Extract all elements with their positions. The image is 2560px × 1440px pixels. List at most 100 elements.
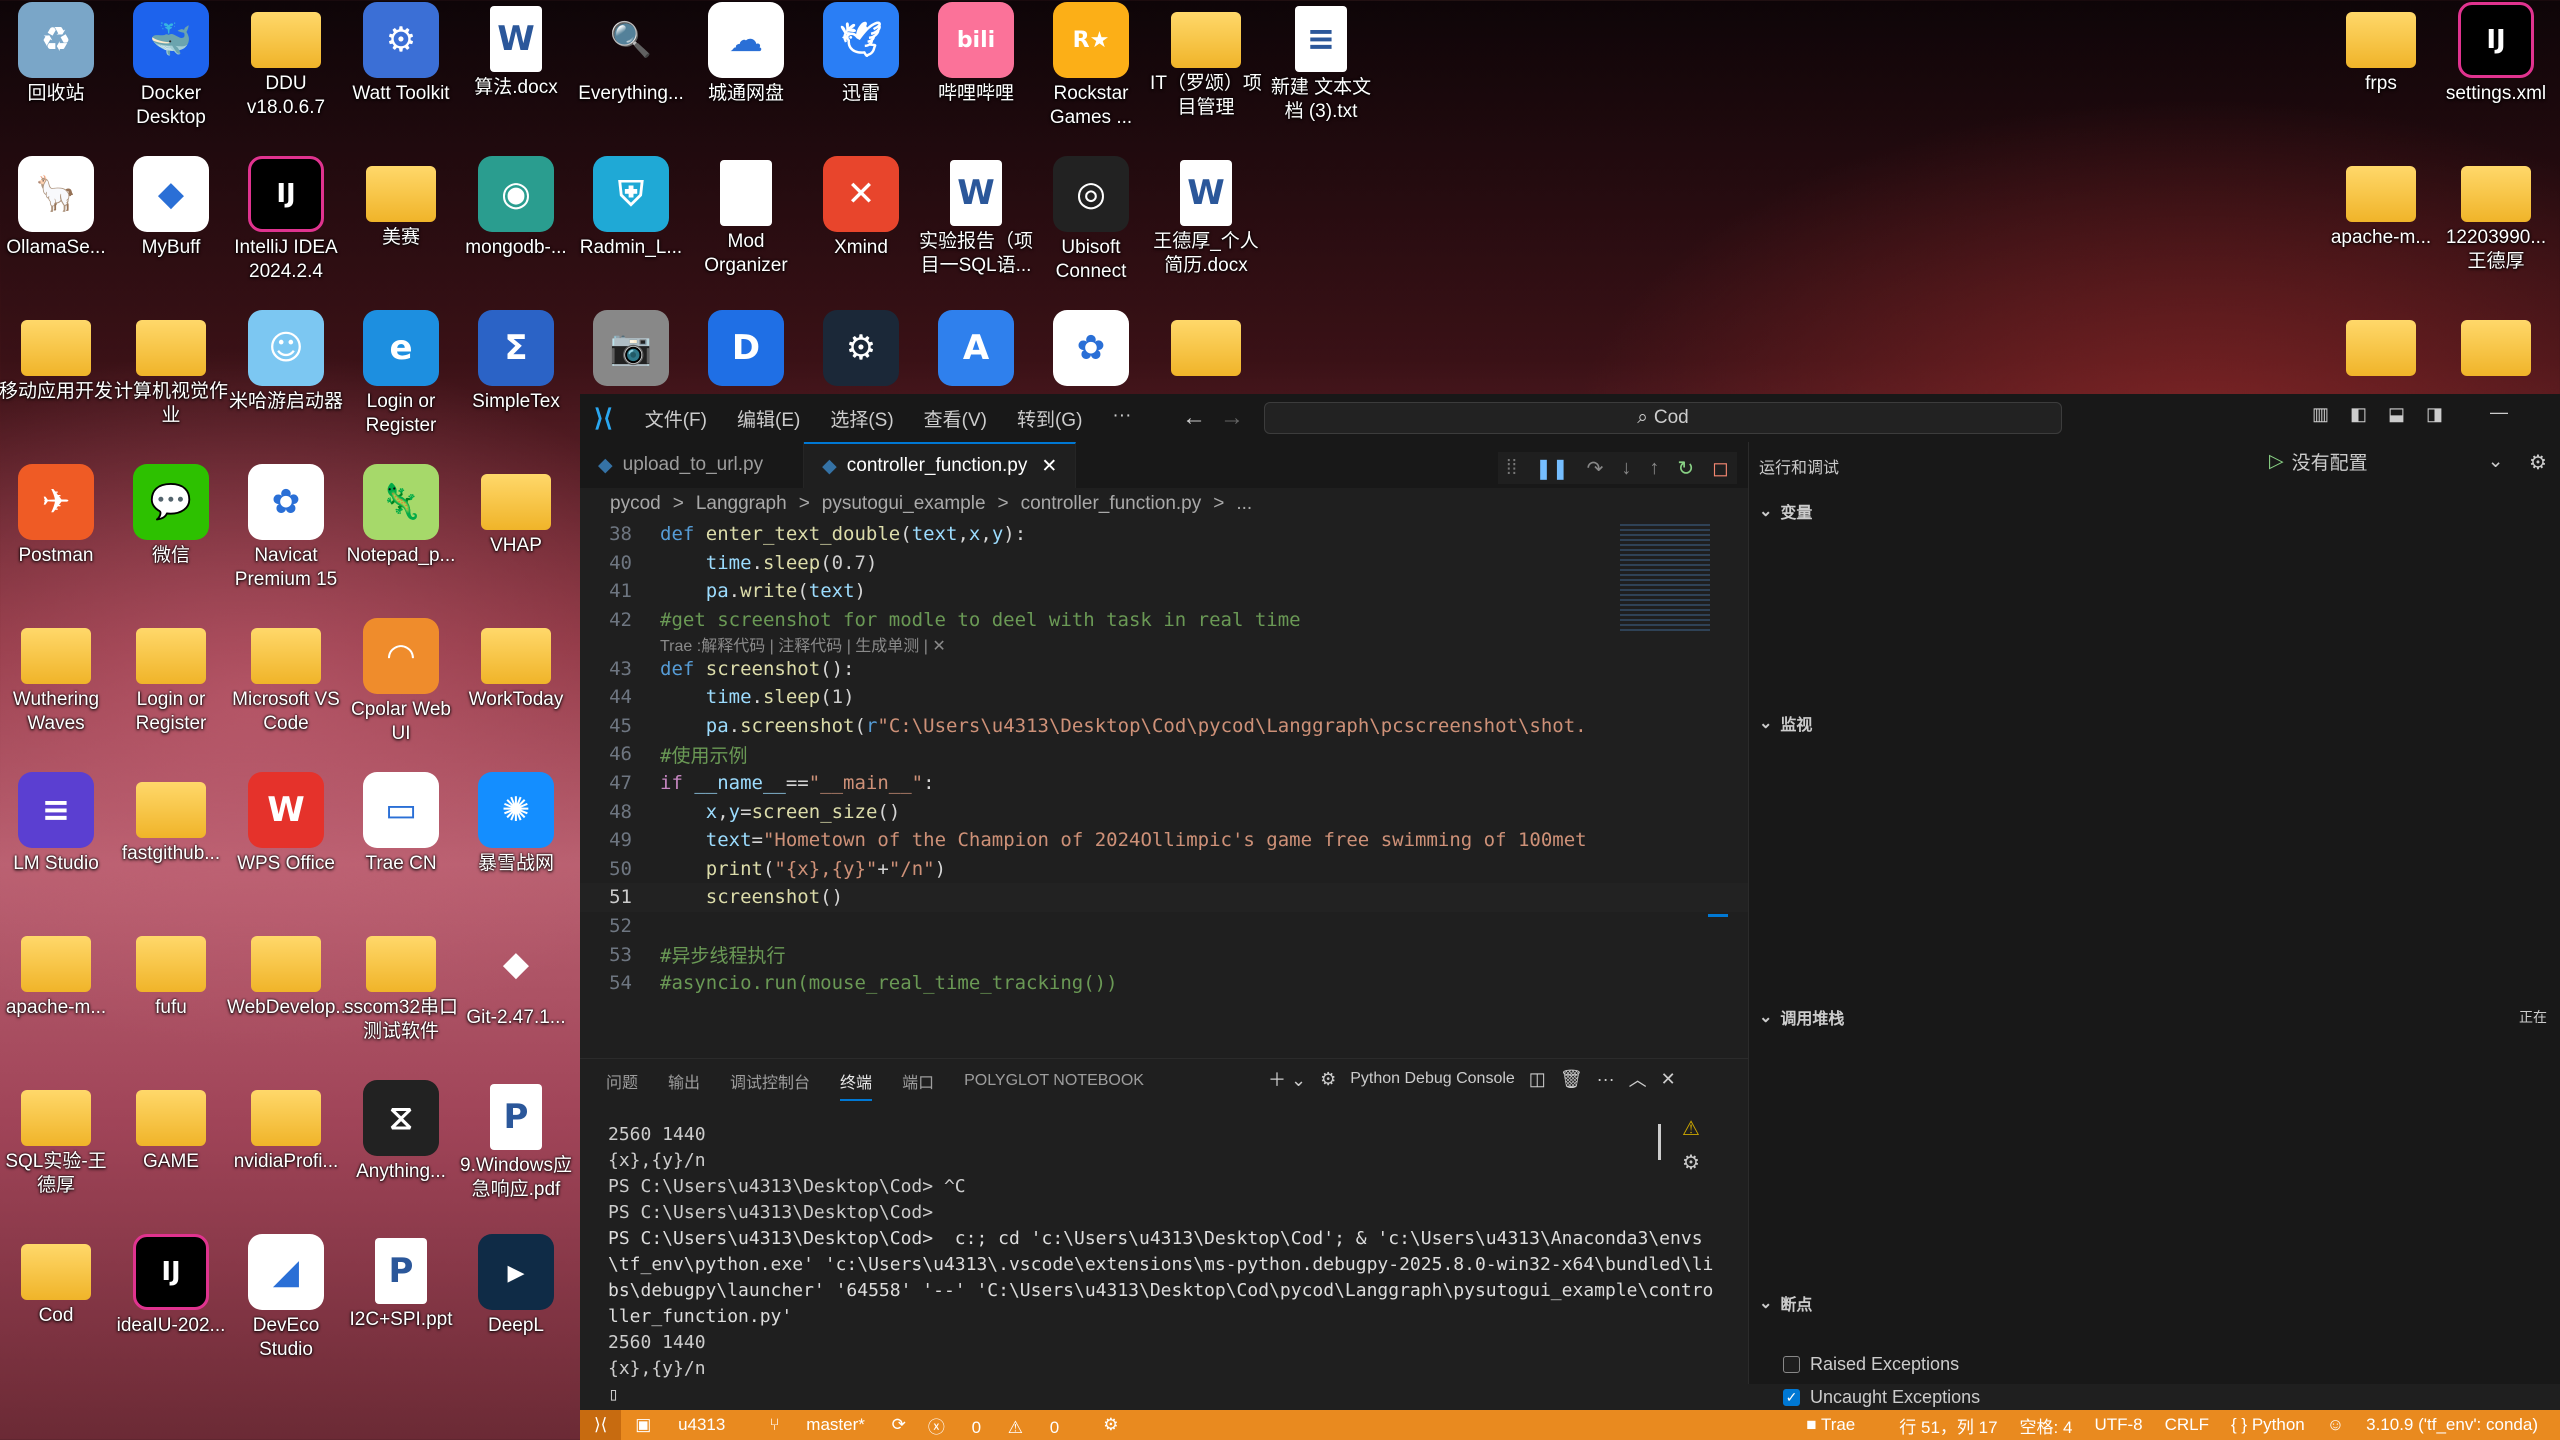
panel-tab[interactable]: 输出 [668,1069,700,1093]
desktop-icon[interactable]: 🐳 Docker Desktop [115,2,227,154]
desktop-icon[interactable]: bili 哔哩哔哩 [920,2,1032,154]
close-tab-icon[interactable]: ✕ [1041,455,1057,478]
breadcrumb-item[interactable]: controller_function.py [1021,493,1202,515]
desktop-icon[interactable]: frps [2325,2,2437,154]
breadcrumb-item[interactable]: pysutogui_example [822,493,986,515]
menu-item[interactable]: ··· [1112,405,1131,432]
indentation[interactable]: 空格: 4 [2020,1413,2073,1438]
code-line[interactable]: 51 screenshot() [580,883,1748,912]
stop-icon[interactable]: ◻ [1712,456,1729,481]
panel-tab[interactable]: 终端 [840,1069,873,1101]
desktop-icon[interactable]: Cod [0,1234,112,1386]
desktop-icon[interactable]: Wuthering Waves [0,618,112,770]
desktop-icon[interactable]: ≡ 新建 文本文档 (3).txt [1265,2,1377,154]
desktop-icon[interactable]: 🦙 OllamaSe... [0,156,112,308]
code-line[interactable]: 53 #异步线程执行 [580,940,1748,969]
code-line[interactable]: Trae :解释代码 | 注释代码 | 生成单测 | ✕ [580,634,1748,655]
desktop-icon[interactable]: W 实验报告（项目一SQL语... [919,156,1033,308]
desktop-icon[interactable]: nvidiaProfi... [230,1080,342,1232]
desktop-icon[interactable]: ✈ Postman [0,464,112,616]
code-line[interactable]: 52 [580,912,1748,941]
split-terminal-icon[interactable]: ◫ [1529,1069,1546,1090]
desktop-icon[interactable]: ☁ 城通网盘 [690,2,802,154]
step-over-icon[interactable]: ↷ [1587,456,1604,481]
code-line[interactable]: 46 #使用示例 [580,740,1748,769]
desktop-icon[interactable]: IJ IntelliJ IDEA 2024.2.4 [230,156,342,308]
desktop-icon[interactable]: 💬 微信 [115,464,227,616]
desktop-icon[interactable]: ▸ DeepL [460,1234,572,1386]
desktop-icon[interactable]: SQL实验-王德厚 [0,1080,112,1232]
desktop-icon[interactable]: WebDevelop... [227,926,351,1078]
desktop-icon[interactable]: Microsoft VS Code [230,618,342,770]
minimap[interactable] [1620,524,1710,634]
desktop-icon[interactable]: Σ SimpleTex [460,310,572,462]
drag-handle-icon[interactable]: ⁞⁞ [1506,457,1517,480]
editor-tab[interactable]: ◆ controller_function.py ✕ [804,442,1077,488]
language-mode[interactable]: { } Python [2231,1415,2305,1435]
nav-forward-icon[interactable]: → [1220,404,1244,432]
code-line[interactable]: 42 #get screenshot for modle to deel with… [580,606,1748,635]
desktop-icon[interactable]: IJ ideaIU-202... [115,1234,227,1386]
desktop-icon[interactable]: IJ settings.xml [2440,2,2552,154]
code-line[interactable]: 54 #asyncio.run(mouse_real_time_tracking(… [580,969,1748,998]
breakpoint-option[interactable]: Raised Exceptions [1783,1354,1959,1375]
panel-tab[interactable]: 问题 [606,1069,638,1093]
menu-item[interactable]: 文件(F) [645,405,707,432]
desktop-icon[interactable]: ◢ DevEco Studio [230,1234,342,1386]
desktop-icon[interactable]: ◠ Cpolar Web UI [345,618,457,770]
desktop-icon[interactable]: W 算法.docx [460,2,572,154]
menu-item[interactable]: 编辑(E) [737,405,800,432]
panel-tab[interactable]: 调试控制台 [730,1069,810,1093]
variables-section[interactable]: ⌄ 变量 [1749,496,2560,526]
desktop-icon[interactable]: ♻ 回收站 [0,2,112,154]
desktop-icon[interactable]: fastgithub... [115,772,227,924]
checkbox[interactable] [1783,1356,1800,1373]
code-line[interactable]: 49 text="Hometown of the Champion of 202… [580,826,1748,855]
desktop-icon[interactable]: ⚙ Watt Toolkit [345,2,457,154]
encoding[interactable]: UTF-8 [2094,1415,2142,1435]
desktop-icon[interactable]: ▭ Trae CN [345,772,457,924]
desktop-icon[interactable]: 移动应用开发 [0,310,113,462]
menu-item[interactable]: 查看(V) [924,405,987,432]
desktop-icon[interactable]: e Login or Register [345,310,457,462]
desktop-icon[interactable]: 🕊 迅雷 [805,2,917,154]
trash-icon[interactable]: 🗑 [1560,1069,1583,1090]
eol[interactable]: CRLF [2165,1415,2209,1435]
minimize-icon[interactable]: — [2490,402,2508,423]
code-line[interactable]: 47 if __name__=="__main__": [580,769,1748,798]
terminal-output[interactable]: 2560 1440 {x},{y}/n PS C:\Users\u4313\Desk… [608,1122,1718,1408]
breadcrumb-item[interactable]: pycod [610,493,661,515]
toggle-panel-icon[interactable]: ⬓ [2388,404,2405,425]
inlay-hint[interactable]: Trae :解释代码 | 注释代码 | 生成单测 | ✕ [660,638,946,655]
start-debugging-button[interactable]: ▷ 没有配置 ⌄ [2269,448,2504,475]
code-line[interactable]: 41 pa.write(text) [580,577,1748,606]
breakpoint-option[interactable]: ✓ Uncaught Exceptions [1783,1387,1980,1408]
python-interpreter[interactable]: 3.10.9 ('tf_env': conda) [2366,1415,2538,1435]
desktop-icon[interactable]: ⛨ Radmin_L... [575,156,687,308]
maximize-panel-icon[interactable]: ︿ [1629,1066,1647,1092]
desktop-icon[interactable]: ◆ Git-2.47.1... [460,926,572,1078]
cursor-position[interactable]: 行 51，列 17 [1899,1413,1997,1438]
editor-tab[interactable]: ◆ upload_to_url.py [580,442,805,488]
desktop-icon[interactable]: W WPS Office [230,772,342,924]
desktop-icon[interactable]: apache-m... [0,926,112,1078]
desktop-icon[interactable]: 美赛 [345,156,457,308]
layout-icon[interactable]: ▥ [2312,404,2329,425]
desktop-icon[interactable]: ✺ 暴雪战网 [460,772,572,924]
desktop-icon[interactable]: apache-m... [2325,156,2437,308]
step-into-icon[interactable]: ↓ [1621,457,1631,480]
desktop-icon[interactable]: W 王德厚_个人简历.docx [1150,156,1262,308]
debug-console-label[interactable]: Python Debug Console [1350,1070,1515,1088]
watch-section[interactable]: ⌄ 监视 [1749,708,2560,738]
desktop-icon[interactable]: fufu [115,926,227,1078]
panel-tab[interactable]: POLYGLOT NOTEBOOK [964,1072,1144,1090]
remote-icon[interactable]: ⟩⟨ [580,1410,622,1440]
desktop-icon[interactable]: Login or Register [115,618,227,770]
code-line[interactable]: 50 print("{x},{y}"+"/n") [580,855,1748,884]
code-line[interactable]: 44 time.sleep(1) [580,683,1748,712]
code-editor[interactable]: 38 def enter_text_double(text,x,y): 40 tim… [580,520,1748,1050]
desktop-icon[interactable]: ◉ mongodb-... [460,156,572,308]
menu-item[interactable]: 转到(G) [1017,405,1082,432]
trae-status[interactable]: ■ Trae [1806,1415,1877,1435]
desktop-icon[interactable]: ◆ MyBuff [115,156,227,308]
